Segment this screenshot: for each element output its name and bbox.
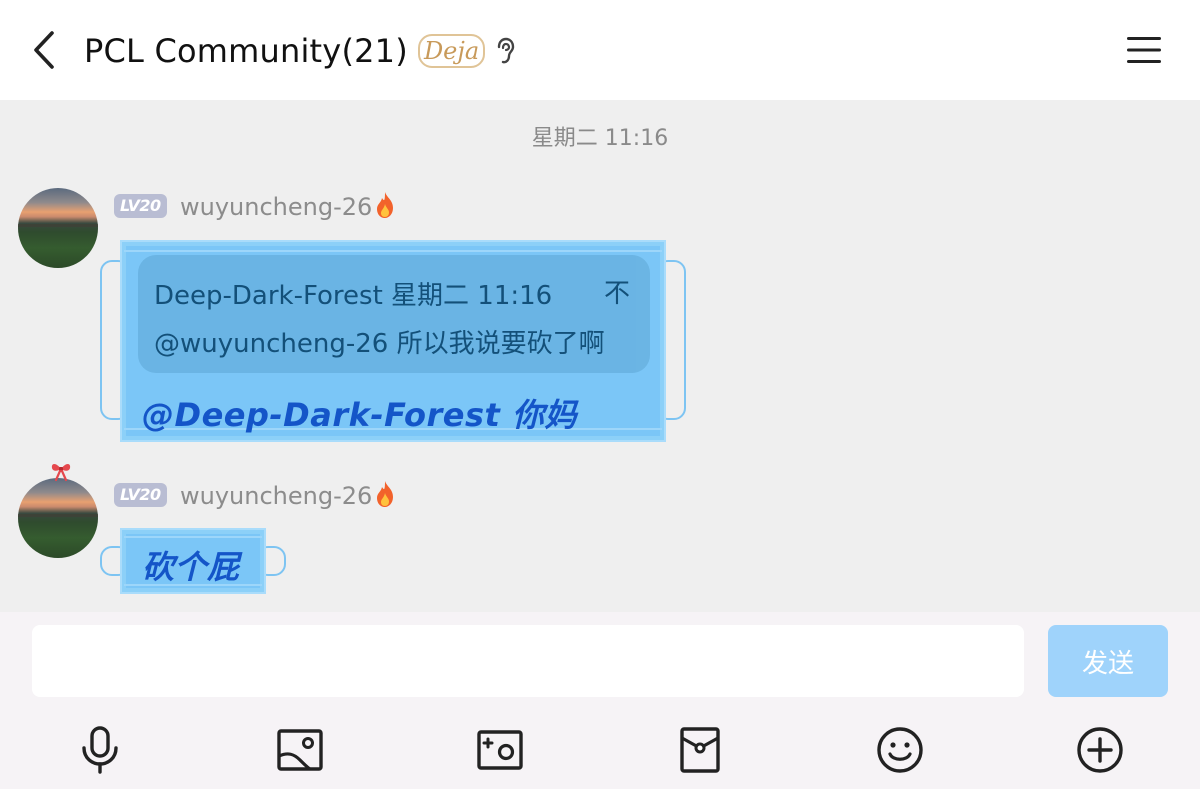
- avatar[interactable]: [18, 478, 98, 558]
- avatar[interactable]: [18, 188, 98, 268]
- message-timestamp: 星期二 11:16: [531, 126, 669, 151]
- fire-icon: [377, 192, 393, 218]
- username[interactable]: wuyuncheng-26: [180, 482, 372, 510]
- camera-button[interactable]: [472, 722, 528, 778]
- gift-bow-icon: [51, 464, 71, 482]
- plus-icon: [1077, 727, 1123, 773]
- title-group: PCL Community(21) Deja: [84, 26, 521, 76]
- reply-quote[interactable]: Deep-Dark-Forest 星期二 11:16 不 @wuyuncheng…: [138, 255, 650, 373]
- red-packet-icon: [680, 727, 720, 773]
- reply-body: @wuyuncheng-26 所以我说要砍了啊: [154, 329, 605, 359]
- username[interactable]: wuyuncheng-26: [180, 193, 372, 221]
- more-button[interactable]: [1072, 722, 1128, 778]
- image-button[interactable]: [272, 722, 328, 778]
- emoji-icon: [877, 727, 923, 773]
- level-badge: LV20: [114, 483, 167, 507]
- title-badge: Deja: [417, 34, 486, 68]
- red-packet-button[interactable]: [672, 722, 728, 778]
- emoji-button[interactable]: [872, 722, 928, 778]
- menu-button[interactable]: [1122, 30, 1166, 70]
- microphone-icon: [82, 726, 118, 774]
- chat-header: PCL Community(21) Deja: [0, 0, 1200, 100]
- camera-icon: [477, 730, 523, 770]
- message-text: @Deep-Dark-Forest 你妈: [142, 396, 577, 434]
- hamburger-menu-icon: [1127, 37, 1161, 63]
- level-badge: LV20: [114, 194, 167, 218]
- input-area: 发送: [0, 612, 1200, 789]
- message-input[interactable]: [32, 625, 1024, 697]
- page-title: PCL Community(21): [84, 32, 408, 70]
- back-button[interactable]: [22, 28, 66, 72]
- back-chevron-icon: [34, 31, 54, 69]
- reply-header: Deep-Dark-Forest 星期二 11:16: [154, 281, 553, 311]
- message-text: 砍个屁: [142, 548, 240, 586]
- fire-icon: [377, 481, 393, 507]
- image-icon: [277, 729, 323, 771]
- chat-area[interactable]: 星期二 11:16 LV20 wuyuncheng-26 Deep-Dark-F…: [0, 100, 1200, 612]
- send-button[interactable]: 发送: [1048, 625, 1168, 697]
- reply-jump-icon[interactable]: 不: [604, 273, 630, 310]
- voice-button[interactable]: [72, 722, 128, 778]
- ear-icon[interactable]: [495, 36, 521, 66]
